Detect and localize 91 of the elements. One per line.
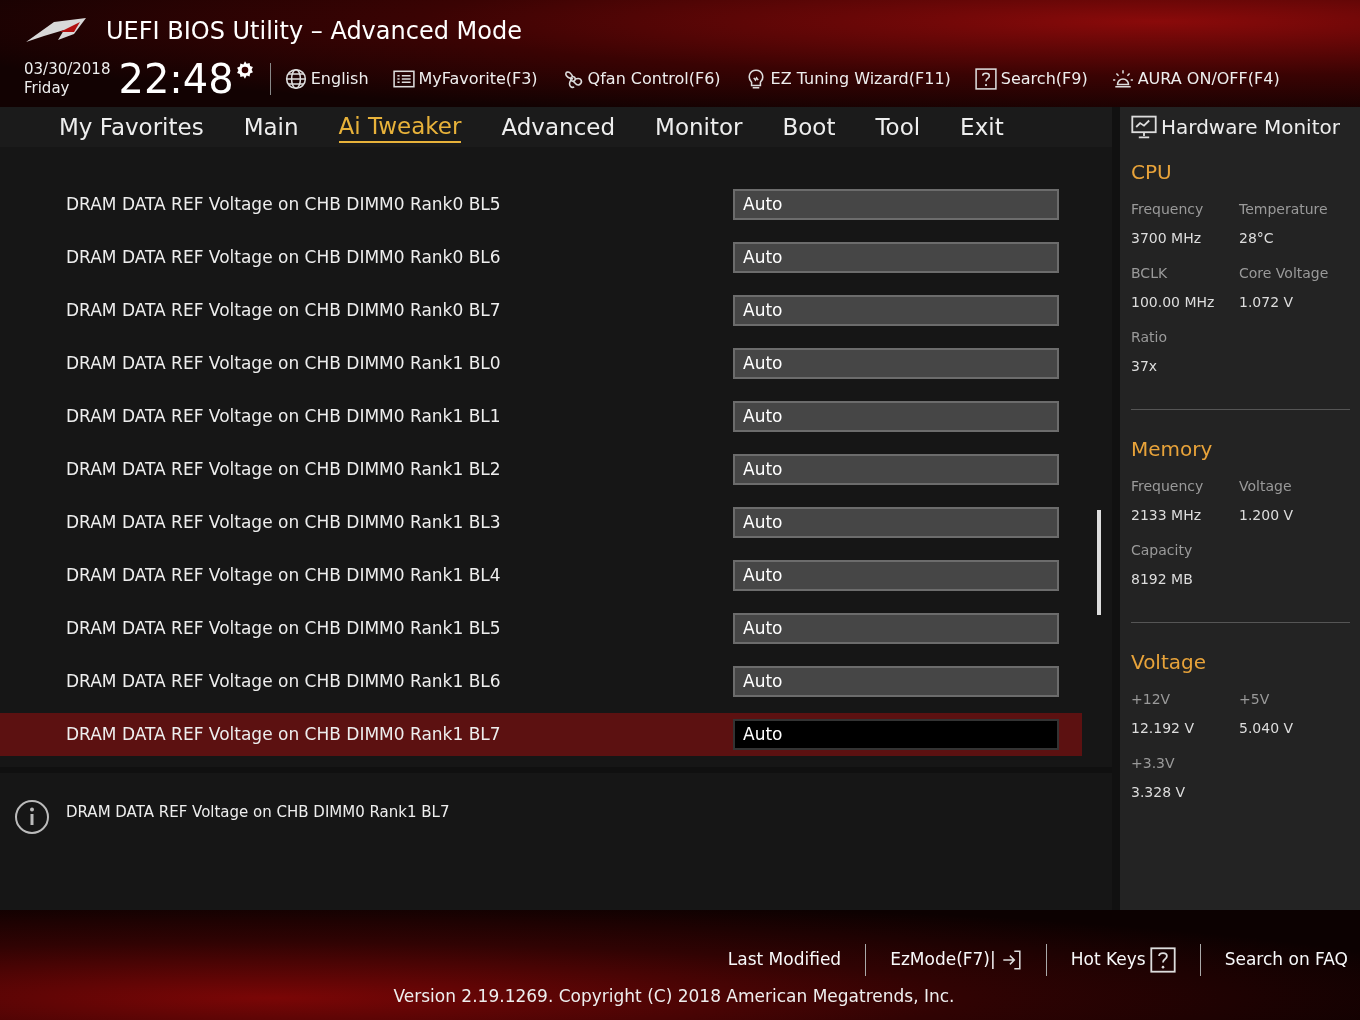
stat-label: BCLK xyxy=(1131,264,1169,283)
menu-tab[interactable]: My Favorites xyxy=(59,112,204,142)
setting-row[interactable]: DRAM DATA REF Voltage on CHB DIMM0 Rank1 BL1 Auto xyxy=(0,390,1112,443)
setting-label: DRAM DATA REF Voltage on CHB DIMM0 Rank0 BL5 xyxy=(66,192,502,216)
value-field[interactable]: Auto xyxy=(733,560,1059,591)
stat-label: Ratio xyxy=(1131,328,1168,347)
help-text: DRAM DATA REF Voltage on CHB DIMM0 Rank1 BL7 xyxy=(66,802,450,823)
section-title: Voltage xyxy=(1131,649,1208,676)
help-icon xyxy=(1149,947,1176,973)
setting-label: DRAM DATA REF Voltage on CHB DIMM0 Rank1 BL0 xyxy=(66,351,502,375)
value-field[interactable]: Auto xyxy=(733,454,1059,485)
footer-link[interactable]: Hot Keys xyxy=(1070,947,1176,973)
setting-label: DRAM DATA REF Voltage on CHB DIMM0 Rank1 BL2 xyxy=(66,457,502,481)
stat-label: +5V xyxy=(1239,690,1271,709)
stat-label: Frequency xyxy=(1131,200,1205,219)
selected-row[interactable]: DRAM DATA REF Voltage on CHB DIMM0 Rank1 BL7 Auto xyxy=(0,713,1082,756)
setting-label: DRAM DATA REF Voltage on CHB DIMM0 Rank0 BL6 xyxy=(66,245,502,269)
setting-row[interactable]: DRAM DATA REF Voltage on CHB DIMM0 Rank1 BL4 Auto xyxy=(0,549,1112,602)
section-title: CPU xyxy=(1131,159,1173,186)
stat-label: +12V xyxy=(1131,690,1172,709)
menu-tab[interactable]: Advanced xyxy=(501,112,616,142)
value-field[interactable]: Auto xyxy=(733,348,1059,379)
stat-label: Temperature xyxy=(1239,200,1329,219)
setting-label: DRAM DATA REF Voltage on CHB DIMM0 Rank1 BL1 xyxy=(66,404,502,428)
setting-row[interactable]: DRAM DATA REF Voltage on CHB DIMM0 Rank1 BL2 Auto xyxy=(0,443,1112,496)
version-text: Version 2.19.1269. Copyright (C) 2018 American Megatrends, Inc. xyxy=(393,985,955,1008)
stat-label: +3.3V xyxy=(1131,754,1176,773)
window-title: UEFI BIOS Utility – Advanced Mode xyxy=(106,16,522,47)
toolbar-button[interactable]: Search(F9) xyxy=(974,67,1088,91)
list-icon xyxy=(392,68,415,90)
day-text: Friday xyxy=(24,79,71,98)
setting-row[interactable]: DRAM DATA REF Voltage on CHB DIMM0 Rank1 BL6 Auto xyxy=(0,655,1112,708)
stat-value: 12.192 V xyxy=(1131,719,1195,738)
stat-value: 37x xyxy=(1131,357,1159,376)
stat-value: 2133 MHz xyxy=(1131,506,1203,525)
clock-text: 22:48 xyxy=(118,59,234,99)
menu-tab[interactable]: Boot xyxy=(782,112,836,142)
footer-link[interactable]: Search on FAQ xyxy=(1224,947,1348,973)
value-field[interactable]: Auto xyxy=(733,613,1059,644)
stat-value: 1.200 V xyxy=(1239,506,1295,525)
setting-label: DRAM DATA REF Voltage on CHB DIMM0 Rank1 BL6 xyxy=(66,669,502,693)
toolbar-button[interactable]: AURA ON/OFF(F4) xyxy=(1111,67,1280,91)
stat-label: Core Voltage xyxy=(1239,264,1330,283)
setting-label: DRAM DATA REF Voltage on CHB DIMM0 Rank1 BL3 xyxy=(66,510,502,534)
value-field[interactable]: Auto xyxy=(733,666,1059,697)
stat-value: 1.072 V xyxy=(1239,293,1295,312)
menu-tab[interactable]: Ai Tweaker xyxy=(338,111,462,143)
footer-link[interactable]: EzMode(F7)| xyxy=(890,947,1022,973)
stat-label: Frequency xyxy=(1131,477,1205,496)
menu-tab[interactable]: Exit xyxy=(960,112,1004,142)
setting-row[interactable]: DRAM DATA REF Voltage on CHB DIMM0 Rank0 BL5 Auto xyxy=(0,178,1112,231)
panel-title: Hardware Monitor xyxy=(1161,114,1340,141)
stat-value: 3700 MHz xyxy=(1131,229,1203,248)
footer-link[interactable]: Last Modified xyxy=(727,947,842,973)
menu-tab[interactable]: Monitor xyxy=(655,112,743,142)
value-field[interactable]: Auto xyxy=(733,719,1059,750)
scrollbar[interactable] xyxy=(1097,510,1101,615)
setting-row[interactable]: DRAM DATA REF Voltage on CHB DIMM0 Rank0 BL7 Auto xyxy=(0,284,1112,337)
monitor-icon xyxy=(1131,114,1157,140)
value-field[interactable]: Auto xyxy=(733,189,1059,220)
setting-label: DRAM DATA REF Voltage on CHB DIMM0 Rank1 BL4 xyxy=(66,563,502,587)
date-text: 03/30/2018 xyxy=(24,60,111,79)
value-field[interactable]: Auto xyxy=(733,242,1059,273)
globe-icon xyxy=(284,68,307,90)
stat-value: 8192 MB xyxy=(1131,570,1194,589)
info-icon xyxy=(14,799,50,835)
stat-value: 3.328 V xyxy=(1131,783,1187,802)
setting-row[interactable]: DRAM DATA REF Voltage on CHB DIMM0 Rank1 BL3 Auto xyxy=(0,496,1112,549)
stat-value: 28°C xyxy=(1239,229,1275,248)
setting-row[interactable]: DRAM DATA REF Voltage on CHB DIMM0 Rank1 BL0 Auto xyxy=(0,337,1112,390)
section-title: Memory xyxy=(1131,436,1214,463)
stat-label: Capacity xyxy=(1131,541,1194,560)
setting-label: DRAM DATA REF Voltage on CHB DIMM0 Rank0 BL7 xyxy=(66,298,502,322)
setting-row[interactable]: DRAM DATA REF Voltage on CHB DIMM0 Rank1 BL5 Auto xyxy=(0,602,1112,655)
setting-label: DRAM DATA REF Voltage on CHB DIMM0 Rank1 BL7 xyxy=(66,722,502,746)
value-field[interactable]: Auto xyxy=(733,401,1059,432)
stat-value: 100.00 MHz xyxy=(1131,293,1216,312)
value-field[interactable]: Auto xyxy=(733,507,1059,538)
help-icon xyxy=(974,68,997,90)
stat-value: 5.040 V xyxy=(1239,719,1295,738)
menu-tab[interactable]: Main xyxy=(243,112,299,142)
toolbar-button[interactable]: English xyxy=(284,67,369,91)
value-field[interactable]: Auto xyxy=(733,295,1059,326)
stat-label: Voltage xyxy=(1239,477,1293,496)
menu-tab[interactable]: Tool xyxy=(875,112,921,142)
setting-label: DRAM DATA REF Voltage on CHB DIMM0 Rank1 BL5 xyxy=(66,616,502,640)
toolbar-button[interactable]: EZ Tuning Wizard(F11) xyxy=(744,67,951,91)
setting-row[interactable]: DRAM DATA REF Voltage on CHB DIMM0 Rank0 BL6 Auto xyxy=(0,231,1112,284)
light-icon xyxy=(1111,68,1134,90)
toolbar-button[interactable]: MyFavorite(F3) xyxy=(392,67,538,91)
toolbar-button[interactable]: Qfan Control(F6) xyxy=(561,67,721,91)
